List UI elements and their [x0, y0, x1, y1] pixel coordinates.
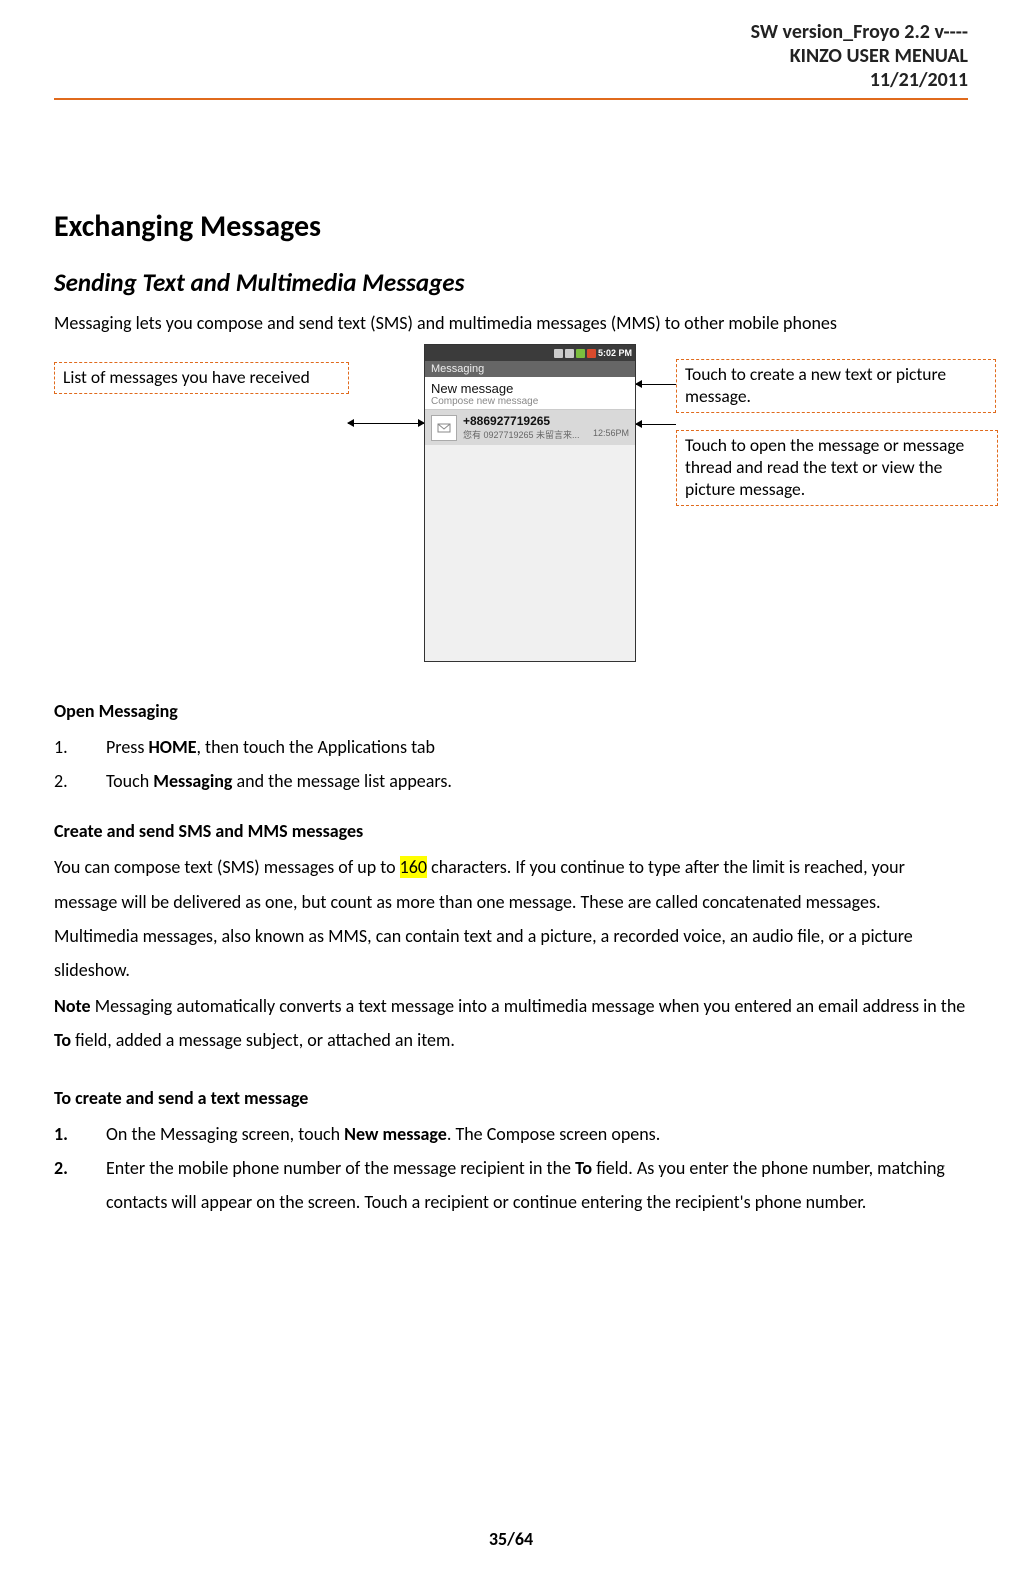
- callout-new-message: Touch to create a new text or picture me…: [676, 359, 996, 413]
- heading-2: Sending Text and Multimedia Messages: [54, 267, 968, 298]
- wifi-icon: [565, 349, 574, 358]
- step-number: 2.: [54, 1151, 106, 1219]
- phone-screenshot: 5:02 PM Messaging New message Compose ne…: [424, 344, 636, 662]
- create-note-paragraph: Note Messaging automatically converts a …: [54, 989, 968, 1057]
- arrow-left-icon: [348, 423, 424, 424]
- new-message-row: New message Compose new message: [425, 377, 635, 410]
- list-item: 2. Touch Messaging and the message list …: [54, 764, 968, 798]
- subheading-create-sms-mms: Create and send SMS and MMS messages: [54, 820, 968, 842]
- callout-messages-received: List of messages you have received: [54, 362, 349, 394]
- step-text: Press HOME, then touch the Applications …: [106, 730, 435, 764]
- status-bar: 5:02 PM: [425, 345, 635, 361]
- page-header: SW version_Froyo 2.2 v---- KINZO USER ME…: [54, 20, 968, 92]
- create-paragraph-1: You can compose text (SMS) messages of u…: [54, 850, 968, 987]
- note-label: Note: [54, 995, 91, 1017]
- diagram-area: List of messages you have received Touch…: [54, 344, 968, 682]
- battery-green-icon: [576, 349, 585, 358]
- intro-paragraph: Messaging lets you compose and send text…: [54, 312, 968, 334]
- highlight-char-limit: 160: [400, 856, 427, 878]
- list-item: 1. Press HOME, then touch the Applicatio…: [54, 730, 968, 764]
- header-line-1: SW version_Froyo 2.2 v----: [54, 20, 968, 44]
- open-messaging-steps: 1. Press HOME, then touch the Applicatio…: [54, 730, 968, 798]
- battery-red-icon: [587, 349, 596, 358]
- thread-preview: 您有 0927719265 未留言来...: [463, 428, 580, 441]
- page-number: 35/64: [0, 1528, 1022, 1550]
- avatar-icon: [431, 415, 457, 441]
- list-item: 1. On the Messaging screen, touch New me…: [54, 1117, 968, 1151]
- header-line-3: 11/21/2011: [54, 68, 968, 92]
- signal-icon: [554, 349, 563, 358]
- new-message-subtitle: Compose new message: [431, 396, 629, 407]
- arrow-right-2-icon: [636, 424, 676, 425]
- header-line-2: KINZO USER MENUAL: [54, 44, 968, 68]
- step-number: 2.: [54, 764, 106, 798]
- message-thread-row: +886927719265 您有 0927719265 未留言来... 12:5…: [425, 410, 635, 445]
- step-number: 1.: [54, 1117, 106, 1151]
- thread-phone-number: +886927719265: [463, 414, 629, 428]
- subheading-to-create-send: To create and send a text message: [54, 1087, 968, 1109]
- step-number: 1.: [54, 730, 106, 764]
- step-text: Enter the mobile phone number of the mes…: [106, 1151, 968, 1219]
- page-content: Exchanging Messages Sending Text and Mul…: [54, 100, 968, 1219]
- new-message-title: New message: [431, 381, 629, 396]
- heading-1: Exchanging Messages: [54, 208, 968, 245]
- step-text: Touch Messaging and the message list app…: [106, 764, 452, 798]
- status-time: 5:02 PM: [598, 348, 632, 358]
- step-text: On the Messaging screen, touch New messa…: [106, 1117, 660, 1151]
- app-title-bar: Messaging: [425, 361, 635, 377]
- arrow-right-1-icon: [636, 384, 676, 385]
- list-item: 2. Enter the mobile phone number of the …: [54, 1151, 968, 1219]
- to-create-send-steps: 1. On the Messaging screen, touch New me…: [54, 1117, 968, 1220]
- callout-open-thread: Touch to open the message or message thr…: [676, 430, 998, 506]
- thread-text: +886927719265 您有 0927719265 未留言来... 12:5…: [463, 414, 629, 441]
- thread-time: 12:56PM: [593, 428, 629, 441]
- subheading-open-messaging: Open Messaging: [54, 700, 968, 722]
